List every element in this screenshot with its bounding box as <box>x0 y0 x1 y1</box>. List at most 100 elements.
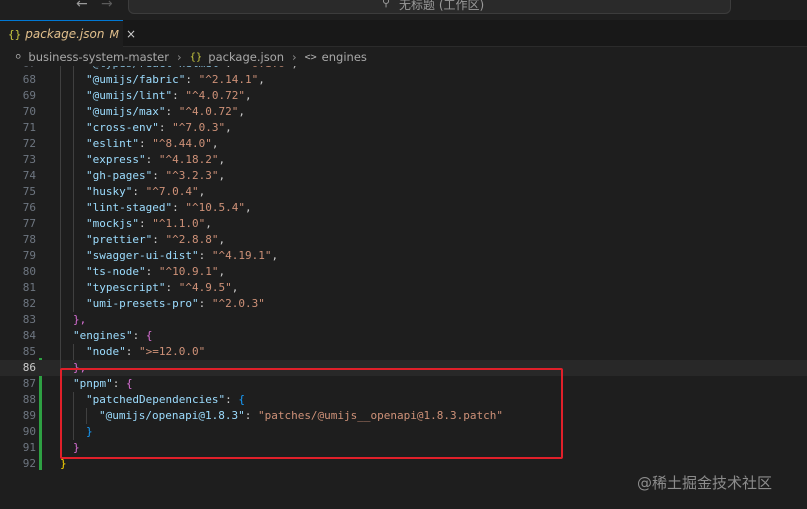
json-key: husky <box>92 185 126 198</box>
colon: : <box>139 217 153 230</box>
code-text: "cross-env": "^7.0.3", <box>86 120 232 136</box>
code-line[interactable]: 72 "eslint": "^8.44.0", <box>0 136 807 152</box>
editor-tab-bar: {} package.json M × <box>0 20 807 47</box>
colon: : <box>145 265 159 278</box>
code-text: "eslint": "^8.44.0", <box>86 136 218 152</box>
json-key: @umijs/fabric <box>92 73 179 86</box>
json-key: lint-staged <box>92 201 166 214</box>
comma: , <box>271 249 279 262</box>
command-center-label[interactable]: 无标题 (工作区) <box>399 0 484 13</box>
line-number: 68 <box>22 73 36 86</box>
modified-indicator: M <box>109 27 119 41</box>
quote-mark: " <box>138 265 146 278</box>
line-number: 76 <box>22 201 36 214</box>
quote-mark: " <box>86 73 93 86</box>
quote-mark: " <box>152 217 159 230</box>
json-value: ^2.14.1 <box>205 73 252 86</box>
code-line[interactable]: 84 "engines": { <box>0 328 807 344</box>
comma: , <box>238 105 245 118</box>
json-key: prettier <box>92 233 146 246</box>
colon: : <box>198 249 212 262</box>
quote-mark: " <box>86 233 93 246</box>
line-number: 91 <box>22 441 36 454</box>
json-key: @umijs/lint <box>92 89 166 102</box>
code-line[interactable]: 70 "@umijs/max": "^4.0.72", <box>0 104 807 120</box>
json-key: mockjs <box>92 217 133 230</box>
code-text: "node": ">=12.0.0" <box>86 344 205 360</box>
line-number: 72 <box>22 137 36 150</box>
comma: , <box>258 73 265 86</box>
line-number: 69 <box>22 89 36 102</box>
breadcrumb-symbol[interactable]: engines <box>322 50 367 64</box>
line-number: 83 <box>22 313 36 326</box>
breadcrumb: ⚪ business-system-master › {} package.js… <box>0 48 807 66</box>
back-arrow-icon[interactable]: ← <box>76 0 88 12</box>
line-number: 92 <box>22 457 36 470</box>
close-icon[interactable]: × <box>126 27 136 41</box>
breadcrumb-folder[interactable]: business-system-master <box>28 50 169 64</box>
quote-mark: " <box>139 345 146 358</box>
json-value: ^6.1.6 <box>245 66 285 70</box>
comma: , <box>291 66 298 70</box>
json-value: >=12.0.0 <box>145 345 199 358</box>
code-line[interactable]: 82 "umi-presets-pro": "^2.0.3" <box>0 296 807 312</box>
code-text: "gh-pages": "^3.2.3", <box>86 168 225 184</box>
quote-mark: " <box>152 121 159 134</box>
bracket-close: }, <box>73 313 87 326</box>
indent-guide <box>73 344 74 360</box>
code-text: "engines": { <box>73 328 152 344</box>
bracket-open: { <box>145 329 153 342</box>
tab-package-json[interactable]: {} package.json M × <box>0 20 136 47</box>
line-number: 79 <box>22 249 36 262</box>
quote-mark: " <box>86 281 93 294</box>
code-line[interactable]: 76 "lint-staged": "^10.5.4", <box>0 200 807 216</box>
code-line[interactable]: 79 "swagger-ui-dist": "^4.19.1", <box>0 248 807 264</box>
code-line[interactable]: 77 "mockjs": "^1.1.0", <box>0 216 807 232</box>
colon: : <box>198 297 212 310</box>
code-line[interactable]: 68 "@umijs/fabric": "^2.14.1", <box>0 72 807 88</box>
code-line[interactable]: 74 "gh-pages": "^3.2.3", <box>0 168 807 184</box>
line-number: 74 <box>22 169 36 182</box>
code-text: "lint-staged": "^10.5.4", <box>86 200 252 216</box>
code-text: }, <box>73 312 86 328</box>
line-number: 81 <box>22 281 36 294</box>
code-text: "express": "^4.18.2", <box>86 152 225 168</box>
json-value: ^3.2.3 <box>172 169 212 182</box>
code-line[interactable]: 75 "husky": "^7.0.4", <box>0 184 807 200</box>
quote-mark: " <box>86 185 93 198</box>
colon: : <box>132 329 146 342</box>
forward-arrow-icon[interactable]: → <box>101 0 113 12</box>
line-number: 90 <box>22 425 36 438</box>
quote-mark: " <box>238 201 245 214</box>
code-line[interactable]: 78 "prettier": "^2.8.8", <box>0 232 807 248</box>
quote-mark: " <box>86 137 93 150</box>
json-file-icon: {} <box>8 27 22 41</box>
colon: : <box>185 73 199 86</box>
code-line[interactable]: 71 "cross-env": "^7.0.3", <box>0 120 807 136</box>
code-line[interactable]: 69 "@umijs/lint": "^4.0.72", <box>0 88 807 104</box>
breadcrumb-file[interactable]: package.json <box>208 50 284 64</box>
code-line[interactable]: 81 "typescript": "^4.9.5", <box>0 280 807 296</box>
code-line[interactable]: 80 "ts-node": "^10.9.1", <box>0 264 807 280</box>
code-line[interactable]: 83}, <box>0 312 807 328</box>
line-number: 88 <box>22 393 36 406</box>
code-text: "mockjs": "^1.1.0", <box>86 216 212 232</box>
code-text: "husky": "^7.0.4", <box>86 184 205 200</box>
quote-mark: " <box>225 281 232 294</box>
chevron-right-icon: › <box>176 50 182 64</box>
folder-icon: ⚪ <box>14 51 23 63</box>
comma: , <box>218 169 226 182</box>
code-line[interactable]: 85 "node": ">=12.0.0" <box>0 344 807 360</box>
json-key: @umijs/max <box>92 105 159 118</box>
colon: : <box>158 121 173 134</box>
quote-mark: " <box>191 249 199 262</box>
quote-mark: " <box>86 105 93 118</box>
json-value: ^7.0.3 <box>178 121 219 134</box>
quote-mark: " <box>125 329 133 342</box>
code-line[interactable]: 73 "express": "^4.18.2", <box>0 152 807 168</box>
quote-mark: " <box>138 153 146 166</box>
colon: : <box>172 89 186 102</box>
line-number: 86 <box>22 361 36 374</box>
quote-mark: " <box>119 345 126 358</box>
json-value: ^8.44.0 <box>158 137 206 150</box>
